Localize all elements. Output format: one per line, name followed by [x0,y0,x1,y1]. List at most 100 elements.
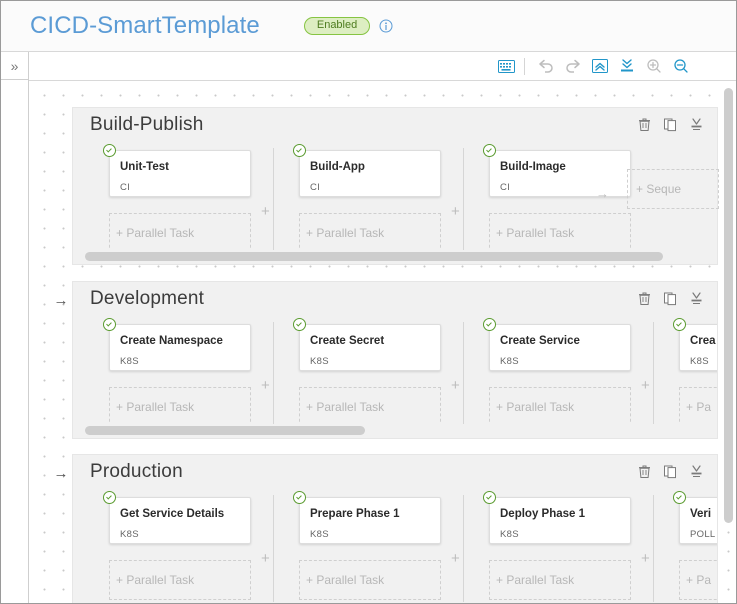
task-card[interactable]: Get Service Details K8S [103,491,251,544]
scrollbar-thumb[interactable] [85,426,365,435]
copy-icon[interactable] [661,289,679,307]
add-parallel-task-slot[interactable]: + Parallel Task [109,213,251,250]
add-parallel-task-slot[interactable]: + Parallel Task [489,213,631,250]
designer-toolbar [29,52,736,81]
task-card[interactable]: Build-Image CI [483,144,631,197]
workflow-stage: Build-Publish Unit-Test CI + Parallel Task +… [41,81,719,603]
stage-flow-arrow-icon: → [53,291,69,309]
task-valid-check-icon [103,491,116,504]
task-card-subtitle: K8S [500,529,519,540]
stage-section-development[interactable]: → Development Create Namespace K8S + Paralle… [54,281,718,439]
add-sequential-task-button[interactable]: + [451,551,460,566]
add-parallel-task-label: + Parallel Task [306,226,385,240]
expand-down-icon[interactable] [613,54,640,78]
section-header: Development [73,282,717,316]
keyboard-icon[interactable] [493,54,520,78]
canvas-vertical-scrollbar[interactable] [724,83,733,601]
add-sequential-task-button[interactable]: + [451,204,460,219]
undo-arrow-icon[interactable] [532,54,559,78]
task-valid-check-icon [293,318,306,331]
add-sequential-task-button[interactable]: + [261,204,270,219]
add-sequential-task-button[interactable]: + [261,378,270,393]
redo-arrow-icon[interactable] [559,54,586,78]
add-parallel-task-label: + Parallel Task [116,400,195,414]
column-divider [463,322,464,424]
task-valid-check-icon [103,318,116,331]
add-parallel-task-slot[interactable]: + Parallel Task [489,387,631,424]
task-column: + Crea K8S + Pa [641,316,717,424]
designer-canvas-area: Build-Publish Unit-Test CI + Parallel Task +… [29,81,736,603]
section-title: Production [90,461,183,482]
task-column: Create Namespace K8S + Parallel Task [83,316,273,424]
task-column: + Build-Image CI + Parallel Task [451,142,653,250]
export-icon[interactable] [687,462,705,480]
add-parallel-task-label: + Parallel Task [116,573,195,587]
copy-icon[interactable] [661,462,679,480]
page-header: CICD-SmartTemplate Enabled [1,1,736,52]
task-card-title: Prepare Phase 1 [310,508,400,520]
add-sequential-task-slot[interactable]: + Seque [627,169,719,209]
section-horizontal-scrollbar[interactable] [85,252,707,261]
sidebar-expand-button[interactable]: » [1,52,28,80]
add-parallel-task-slot[interactable]: + Parallel Task [109,560,251,600]
task-card-subtitle: CI [120,182,131,193]
add-parallel-task-slot[interactable]: + Parallel Task [299,213,441,250]
stage-section-production[interactable]: → Production Get Service Details K8S + Paral… [54,454,718,603]
section-header: Production [73,455,717,489]
task-valid-check-icon [483,318,496,331]
trash-icon[interactable] [635,462,653,480]
add-parallel-task-slot[interactable]: + Parallel Task [299,387,441,424]
task-card[interactable]: Prepare Phase 1 K8S [293,491,441,544]
collapse-up-icon[interactable] [586,54,613,78]
export-icon[interactable] [687,115,705,133]
section-horizontal-scrollbar[interactable] [85,426,707,435]
scrollbar-thumb[interactable] [724,88,733,524]
task-card-title: Veri [690,508,712,520]
info-circle-icon[interactable] [379,19,393,33]
task-card[interactable]: Build-App CI [293,144,441,197]
task-column: + Create Secret K8S + Parallel Task [261,316,463,424]
task-card[interactable]: Crea K8S [673,318,717,371]
task-card[interactable]: Deploy Phase 1 K8S [483,491,631,544]
export-icon[interactable] [687,289,705,307]
scrollbar-thumb[interactable] [85,252,664,261]
magnifier-plus-icon[interactable] [640,54,667,78]
task-valid-check-icon [673,318,686,331]
add-parallel-task-slot[interactable]: + Pa [679,560,717,600]
add-sequential-task-button[interactable]: + [261,551,270,566]
task-card-title: Create Secret [310,335,385,347]
add-parallel-task-slot[interactable]: + Parallel Task [489,560,631,600]
add-sequential-task-button[interactable]: + [641,378,650,393]
task-column: + Create Service K8S + Parallel Task [451,316,653,424]
task-column: + Veri POLL + Pa [641,489,717,603]
task-card-subtitle: CI [310,182,321,193]
trash-icon[interactable] [635,115,653,133]
task-card[interactable]: Create Secret K8S [293,318,441,371]
workspace: » Build-Publish Unit-Test CI + Parallel … [1,52,736,603]
column-divider [653,495,654,602]
workflow-designer-window: CICD-SmartTemplate Enabled » Build-Publi… [0,0,737,604]
task-card-title: Crea [690,335,716,347]
add-parallel-task-slot[interactable]: + Parallel Task [109,387,251,424]
task-card[interactable]: Veri POLL [673,491,717,544]
add-parallel-task-label: + Parallel Task [306,400,385,414]
dotted-grid-canvas[interactable]: Build-Publish Unit-Test CI + Parallel Task +… [29,81,736,603]
task-valid-check-icon [293,144,306,157]
magnifier-minus-icon[interactable] [667,54,694,78]
task-column: + Build-App CI + Parallel Task [261,142,463,250]
task-card-title: Create Namespace [120,335,223,347]
add-sequential-task-button[interactable]: + [641,551,650,566]
add-parallel-task-slot[interactable]: + Pa [679,387,717,424]
task-card[interactable]: Unit-Test CI [103,144,251,197]
add-parallel-task-label: + Parallel Task [496,400,575,414]
task-card[interactable]: Create Service K8S [483,318,631,371]
add-sequential-task-button[interactable]: + [451,378,460,393]
column-divider [463,148,464,250]
trash-icon[interactable] [635,289,653,307]
column-divider [273,495,274,602]
stage-flow-arrow-icon: → [53,464,69,482]
stage-section-build-publish[interactable]: Build-Publish Unit-Test CI + Parallel Task +… [72,107,719,265]
add-parallel-task-slot[interactable]: + Parallel Task [299,560,441,600]
copy-icon[interactable] [661,115,679,133]
task-card[interactable]: Create Namespace K8S [103,318,251,371]
